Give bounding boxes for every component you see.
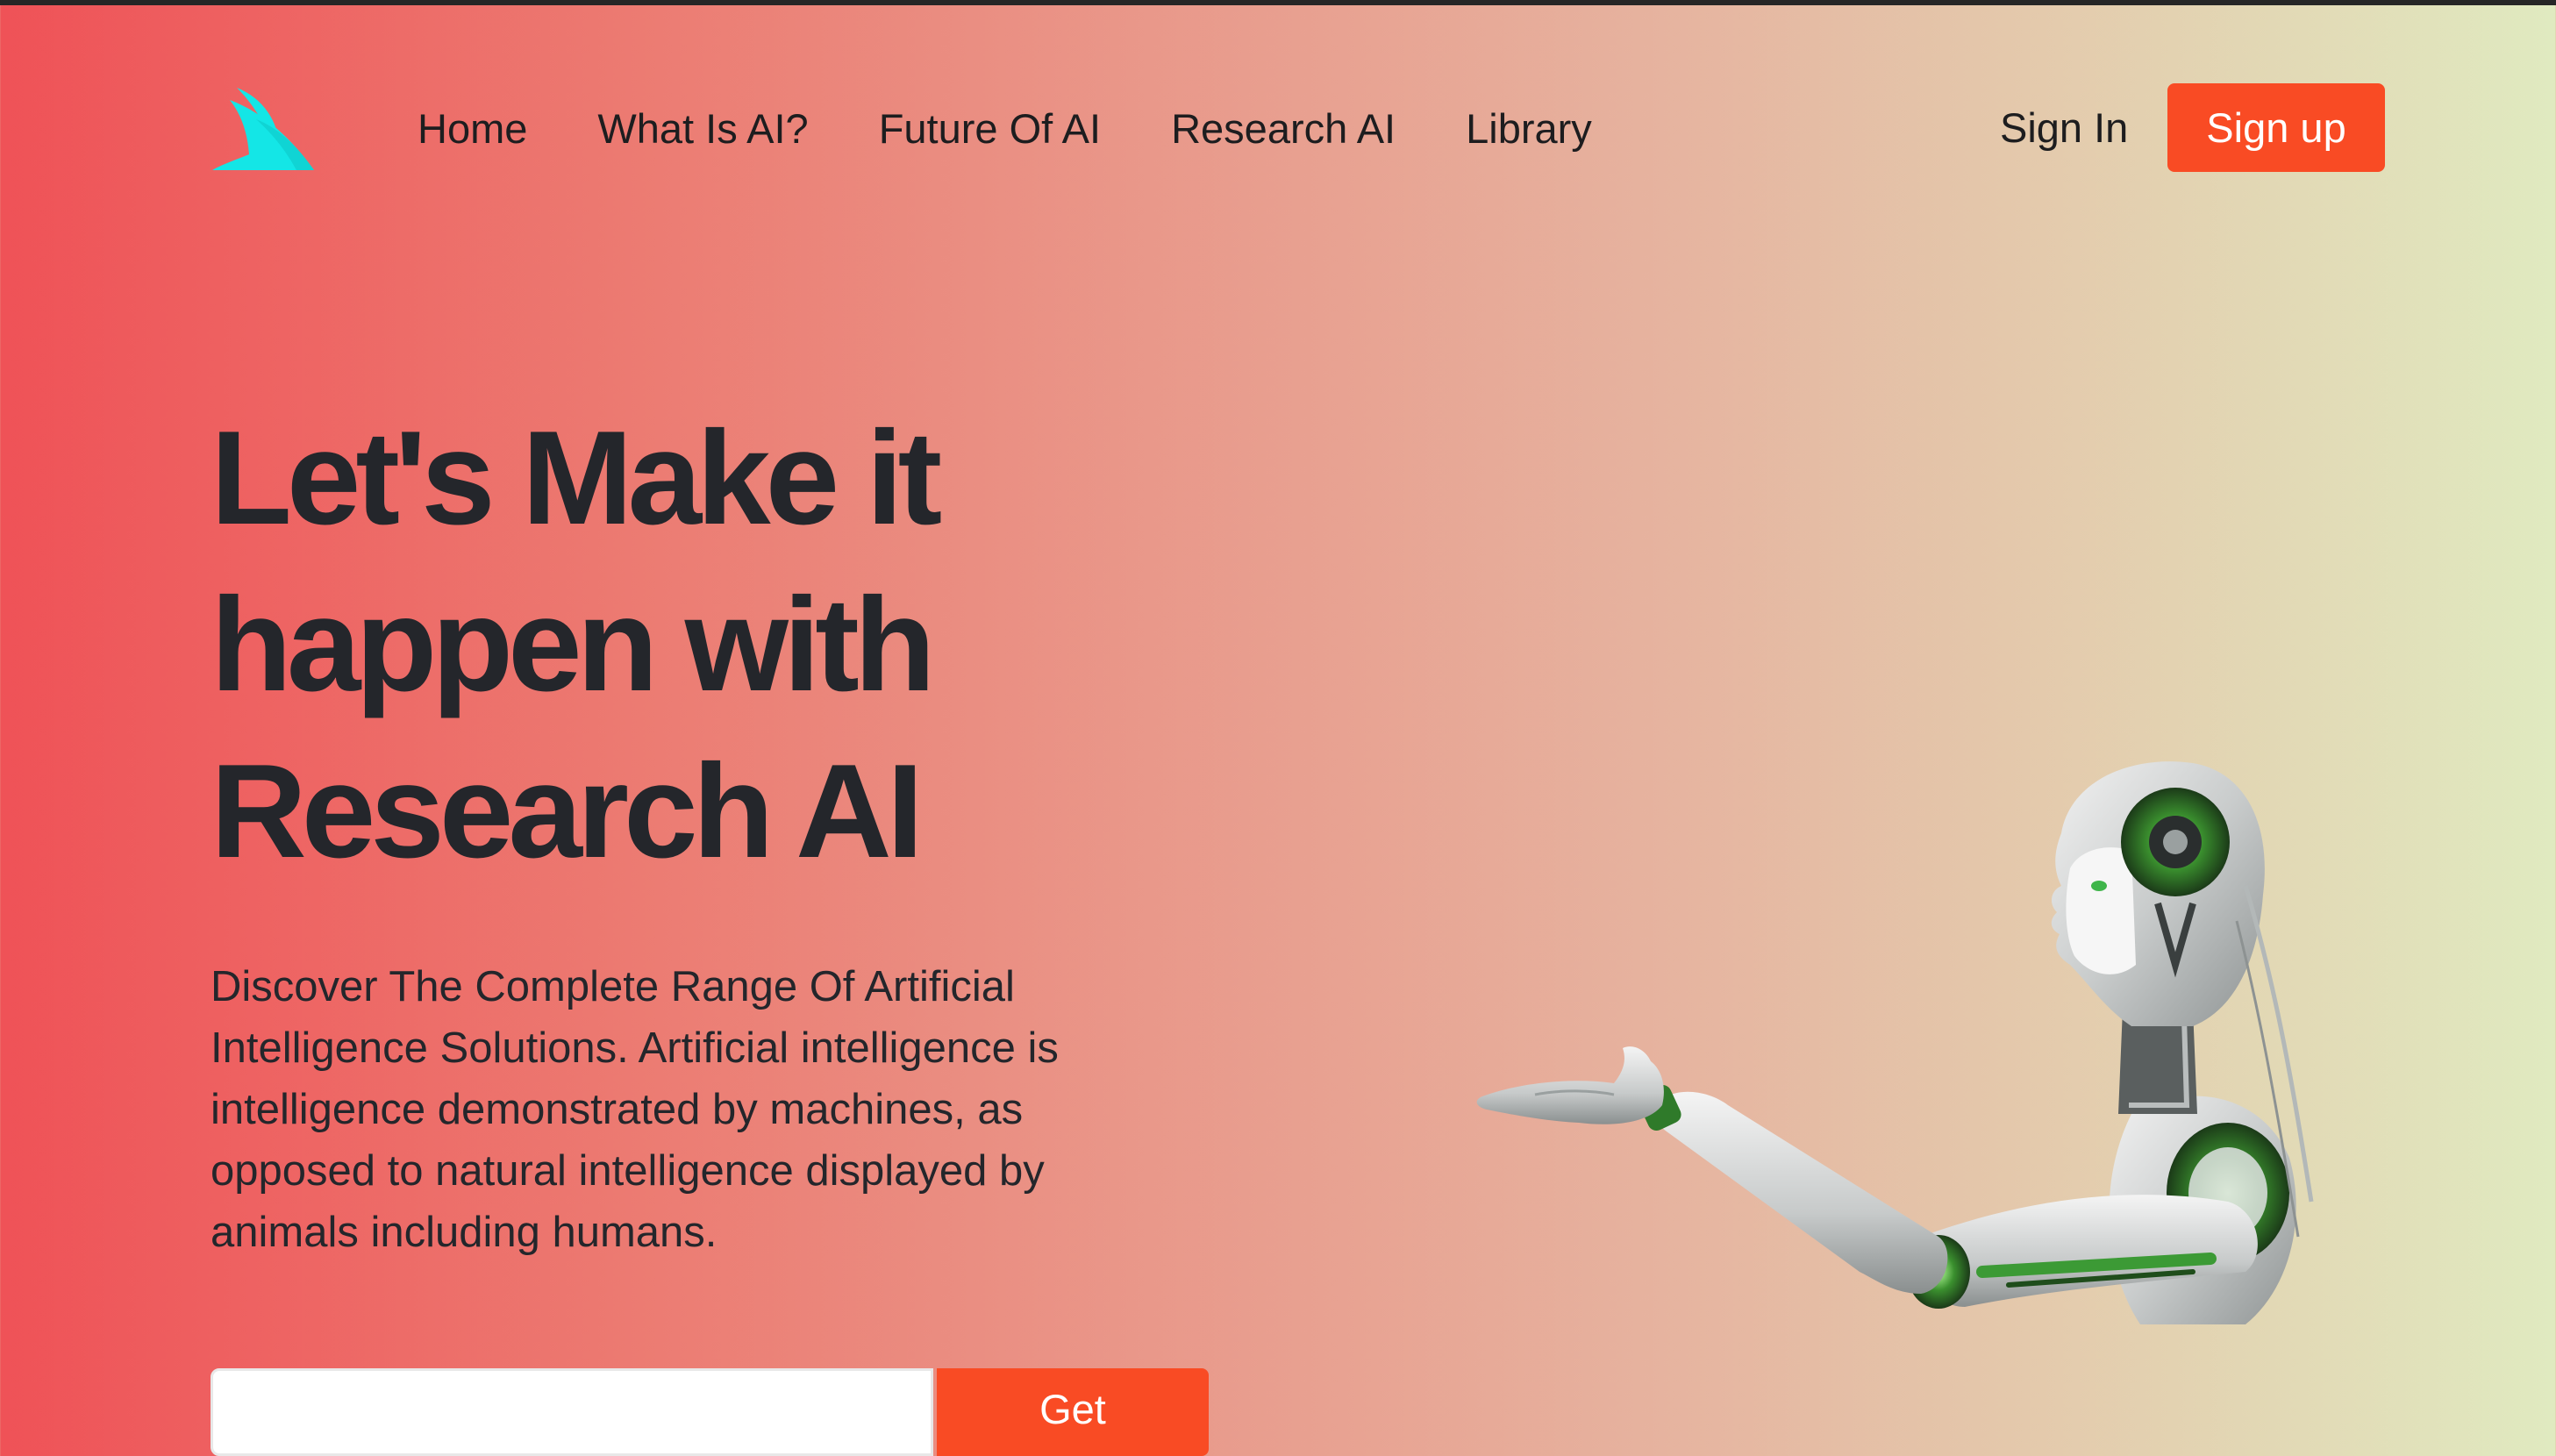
hero-description-line: Discover The Complete Range Of Artificia…: [211, 963, 1015, 1010]
hero-title: Let's Make it happen with Research AI: [211, 395, 1263, 895]
hero-description-line: opposed to natural intelligence displaye…: [211, 1147, 1045, 1195]
hero-title-line: happen with: [211, 570, 936, 719]
sign-in-link[interactable]: Sign In: [2000, 98, 2128, 158]
nav-link-what-is-ai[interactable]: What Is AI?: [597, 104, 808, 153]
nav-link-home[interactable]: Home: [418, 104, 527, 153]
sign-up-button[interactable]: Sign up: [2167, 83, 2385, 172]
hero-description-line: Intelligence Solutions. Artificial intel…: [211, 1024, 1059, 1072]
main-nav: Home What Is AI? Future Of AI Research A…: [418, 98, 1592, 158]
top-border: [0, 0, 2556, 5]
humanoid-robot-image: [1476, 761, 2314, 1324]
hero-title-line: Research AI: [211, 737, 924, 886]
nav-link-library[interactable]: Library: [1466, 104, 1592, 153]
email-input[interactable]: [211, 1368, 933, 1456]
hero-description: Discover The Complete Range Of Artificia…: [211, 956, 1193, 1263]
hero-description-line: intelligence demonstrated by machines, a…: [211, 1086, 1024, 1133]
hero-title-line: Let's Make it: [211, 403, 942, 553]
nav-link-research-ai[interactable]: Research AI: [1171, 104, 1396, 153]
nav-link-future-of-ai[interactable]: Future Of AI: [879, 104, 1101, 153]
hero-description-line: animals including humans.: [211, 1209, 718, 1256]
get-button[interactable]: Get: [937, 1368, 1209, 1456]
shark-fin-logo-icon[interactable]: [211, 84, 316, 170]
